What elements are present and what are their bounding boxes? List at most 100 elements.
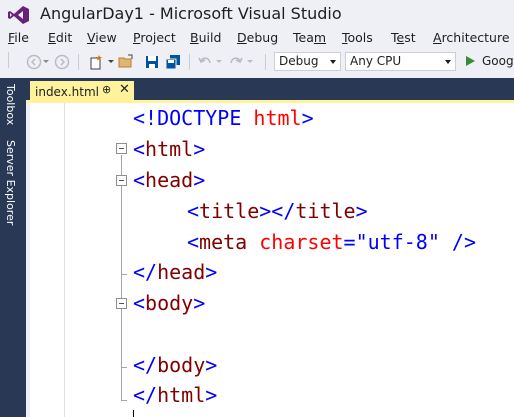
body-fold-end (121, 367, 127, 368)
save-icon[interactable] (144, 54, 160, 70)
toolbar-separator (78, 54, 79, 70)
toolbar-separator (265, 54, 266, 70)
tag-bracket: /> (439, 230, 477, 254)
tag-bracket: > (205, 260, 218, 284)
collapse-html-icon[interactable] (116, 143, 127, 154)
tag-bracket: > (193, 168, 206, 192)
tag-name: title (199, 199, 260, 223)
pin-tab-icon[interactable]: ⊕ (102, 83, 111, 96)
document-tab-index-html[interactable]: index.html ⊕ ✕ (30, 81, 134, 103)
code-line-head-open: <head> (133, 168, 205, 192)
body-fold-guide (121, 309, 122, 367)
doctype-keyword: <!DOCTYPE (133, 106, 254, 130)
attribute-equals: = (343, 230, 356, 254)
menu-team-mnemonic: m (313, 30, 327, 45)
start-debugging-icon[interactable] (466, 56, 475, 66)
menu-tools[interactable]: Tools (342, 30, 373, 45)
navigate-back-icon[interactable] (26, 54, 42, 70)
tag-bracket: </ (133, 383, 158, 407)
save-all-icon[interactable] (165, 54, 181, 70)
menu-architecture[interactable]: Architecture (433, 30, 510, 45)
code-editor[interactable] (30, 103, 514, 417)
menu-debug-mnemonic: D (237, 30, 247, 45)
document-tab-label: index.html (35, 85, 99, 99)
tag-bracket: > (205, 383, 218, 407)
attribute-value: "utf-8" (355, 230, 440, 254)
redo-dropdown-icon[interactable] (247, 60, 253, 63)
tag-name: meta (199, 230, 248, 254)
attribute-name: charset (247, 230, 344, 254)
side-tab-server-explorer[interactable]: Server Explorer (4, 140, 17, 225)
tag-bracket: > (355, 199, 368, 223)
solution-configuration-value: Debug (279, 54, 319, 68)
code-line-meta: <meta charset="utf-8" /> (187, 230, 476, 254)
tag-bracket: < (133, 291, 146, 315)
tag-bracket: ></ (259, 199, 296, 223)
window-title: AngularDay1 - Microsoft Visual Studio (40, 4, 342, 23)
menu-edit-mnemonic: E (48, 30, 56, 45)
code-line-doctype: <!DOCTYPE html> (133, 106, 314, 130)
chevron-down-icon (330, 60, 336, 64)
open-file-icon[interactable] (118, 54, 134, 70)
side-tab-toolbox[interactable]: Toolbox (4, 84, 17, 125)
head-fold-guide (121, 186, 122, 274)
menu-build-mnemonic: B (190, 30, 199, 45)
tag-name: html (145, 137, 194, 161)
menu-view-mnemonic: V (87, 30, 96, 45)
menu-build[interactable]: Build (190, 30, 221, 45)
navigate-back-dropdown-icon[interactable] (43, 60, 49, 63)
tag-name: body (145, 291, 194, 315)
menu-tools-mnemonic: T (342, 30, 348, 45)
chevron-down-icon (445, 60, 451, 64)
tag-bracket: < (187, 230, 200, 254)
menu-test-mnemonic: e (396, 30, 405, 45)
tag-name: body (157, 353, 206, 377)
solution-configuration-dropdown[interactable]: Debug (274, 52, 341, 71)
editor-gutter-separator (64, 103, 65, 417)
visual-studio-logo-icon (8, 6, 29, 24)
head-fold-end (121, 274, 127, 275)
menu-project[interactable]: Project (133, 30, 176, 45)
new-project-icon[interactable] (88, 54, 104, 70)
tag-bracket: > (193, 137, 206, 161)
menu-project-mnemonic: P (133, 30, 141, 45)
collapse-body-icon[interactable] (116, 298, 127, 309)
tag-name: head (157, 260, 206, 284)
navigate-forward-icon[interactable] (54, 54, 70, 70)
tag-bracket: < (133, 137, 146, 161)
tag-bracket: < (187, 199, 200, 223)
new-project-dropdown-icon[interactable] (108, 60, 114, 63)
tag-bracket: > (193, 291, 206, 315)
menu-architecture-mnemonic: A (433, 30, 442, 45)
undo-dropdown-icon[interactable] (216, 60, 222, 63)
menu-test[interactable]: Test (391, 30, 416, 45)
menu-file[interactable]: File (8, 30, 29, 45)
tag-bracket: </ (133, 353, 158, 377)
toolbar-separator (189, 54, 190, 70)
code-line-head-close: </head> (133, 260, 217, 284)
left-tool-window-strip: Toolbox Server Explorer (0, 78, 26, 417)
solution-platform-value: Any CPU (350, 54, 402, 68)
tag-name: html (157, 383, 206, 407)
code-line-html-open: <html> (133, 137, 205, 161)
code-line-body-close: </body> (133, 353, 217, 377)
code-line-html-close: </html> (133, 383, 217, 407)
title-bar: AngularDay1 - Microsoft Visual Studio (0, 0, 514, 30)
menu-debug[interactable]: Debug (237, 30, 278, 45)
solution-platform-dropdown[interactable]: Any CPU (345, 52, 456, 71)
start-debugging-button[interactable]: Googl (482, 54, 514, 68)
menu-team[interactable]: Team (293, 30, 326, 45)
undo-icon[interactable] (197, 54, 213, 70)
toolbar-grip (8, 52, 9, 68)
close-tab-icon[interactable]: ✕ (119, 82, 130, 97)
redo-icon[interactable] (228, 54, 244, 70)
collapse-head-icon[interactable] (116, 175, 127, 186)
code-line-body-open: <body> (133, 291, 205, 315)
menu-view[interactable]: View (87, 30, 117, 45)
menu-edit[interactable]: Edit (48, 30, 72, 45)
code-line-title: <title></title> (187, 199, 368, 223)
tag-name: head (145, 168, 194, 192)
tag-name: title (295, 199, 356, 223)
tag-bracket: </ (133, 260, 158, 284)
html-fold-end (121, 400, 127, 401)
